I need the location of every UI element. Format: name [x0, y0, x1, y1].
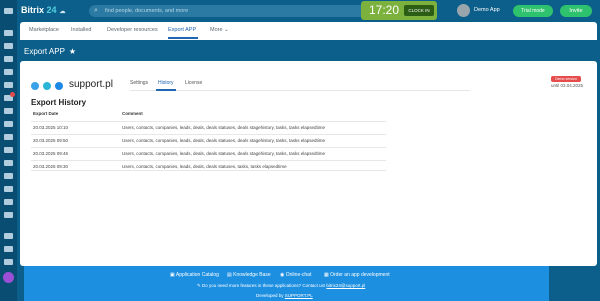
- tab-license[interactable]: License: [185, 80, 202, 86]
- logo-dot-icon: [31, 82, 39, 90]
- user-name: Demo App: [474, 7, 500, 13]
- footer-link-chat[interactable]: ◉ Online-chat: [280, 272, 311, 278]
- footer-link-knowledge[interactable]: ▤ Knowledge Base: [227, 272, 271, 278]
- search-input[interactable]: [105, 5, 355, 17]
- star-icon[interactable]: ★: [69, 47, 76, 56]
- brand-number: 24: [46, 5, 57, 15]
- tab-export-app[interactable]: Export APP: [168, 27, 196, 33]
- trial-mode-button[interactable]: Trial mode: [513, 5, 553, 17]
- brand-name: Bitrix: [21, 5, 45, 15]
- table-row: 20.03.2025 09:46 Users, contacts, compan…: [31, 147, 386, 158]
- clock-time: 17:20: [369, 3, 400, 17]
- contact-email-link[interactable]: bitrix24@support.pl: [326, 283, 365, 288]
- tab-developer-resources[interactable]: Developer resources: [107, 27, 158, 33]
- tab-installed[interactable]: Installed: [71, 27, 92, 33]
- chat-label: Online-chat: [285, 272, 312, 278]
- footer-developer: Developed by SUPPORT.PL: [256, 293, 313, 298]
- marketplace-nav: Marketplace Installed Developer resource…: [20, 22, 597, 40]
- avatar: [457, 4, 470, 17]
- cloud-icon: ☁: [59, 9, 66, 15]
- order-label: Order an app development: [330, 272, 390, 278]
- developer-icon[interactable]: [4, 212, 13, 218]
- cell-comment: Users, contacts, companies, leads, deals…: [122, 138, 326, 143]
- help-icon[interactable]: [4, 233, 13, 239]
- catalog-label: Application Catalog: [175, 272, 219, 278]
- invite-button[interactable]: Invite: [560, 5, 592, 17]
- main-card: support.pl Settings History License Demo…: [20, 61, 597, 266]
- collapse-icon[interactable]: [4, 259, 13, 265]
- footer-contact: ✎ Do you need more features in these app…: [197, 283, 365, 289]
- logo-dot-icon: [43, 82, 51, 90]
- wrench-icon: ✎: [197, 283, 201, 288]
- apps-icon[interactable]: [4, 173, 13, 179]
- tasks-icon[interactable]: [4, 43, 13, 49]
- automation-icon[interactable]: [4, 160, 13, 166]
- footer: ▣ Application Catalog ▤ Knowledge Base ◉…: [24, 266, 549, 301]
- column-header-date: Export Date: [33, 111, 59, 116]
- clock-in-button[interactable]: CLOCK IN: [404, 5, 434, 16]
- sites-icon[interactable]: [4, 121, 13, 127]
- chat-icon: ◉: [280, 272, 285, 278]
- cell-comment: Users, contacts, companies, leads, deals…: [122, 164, 287, 169]
- cell-comment: Users, contacts, companies, leads, deals…: [122, 125, 326, 130]
- active-tab-indicator: [156, 89, 176, 91]
- cell-date: 20.03.2025 10:10: [33, 125, 69, 130]
- tab-more[interactable]: More ⌄: [210, 27, 229, 33]
- active-tab-indicator: [168, 37, 198, 39]
- catalog-icon: ▣: [170, 272, 175, 278]
- contacts-icon[interactable]: [4, 108, 13, 114]
- page-title-text: Export APP: [24, 47, 65, 56]
- knowledge-label: Knowledge Base: [233, 272, 271, 278]
- chat-icon[interactable]: [4, 56, 13, 62]
- logo-dot-icon: [55, 82, 63, 90]
- logo-text: support.pl: [69, 79, 113, 90]
- user-menu[interactable]: Demo App: [457, 4, 513, 18]
- contact-question: Do you need more features in these appli…: [202, 283, 326, 288]
- developer-link[interactable]: SUPPORT.PL: [285, 293, 313, 298]
- tab-more-label: More: [210, 27, 223, 33]
- chevron-down-icon: ⌄: [224, 27, 229, 33]
- demo-badge: Demo version: [551, 76, 581, 82]
- tab-marketplace[interactable]: Marketplace: [29, 27, 59, 33]
- license-until: until 03.04.2025: [551, 83, 584, 88]
- tab-settings[interactable]: Settings: [130, 80, 148, 86]
- book-icon: ▤: [227, 272, 232, 278]
- developed-by-label: Developed by: [256, 293, 284, 298]
- cell-comment: Users, contacts, companies, leads, deals…: [122, 151, 326, 156]
- column-header-comment: Comment: [122, 111, 143, 116]
- marketplace-icon[interactable]: [4, 186, 13, 192]
- footer-link-order[interactable]: ▦ Order an app development: [324, 272, 390, 278]
- tab-history[interactable]: History: [158, 80, 174, 86]
- clock-widget[interactable]: 17:20 CLOCK IN: [361, 1, 437, 20]
- left-sidebar: [0, 0, 17, 301]
- search-bar[interactable]: ⌕: [89, 5, 369, 17]
- assistant-button[interactable]: [3, 272, 14, 283]
- notification-badge: [10, 92, 15, 97]
- history-title: Export History: [31, 98, 87, 107]
- feed-icon[interactable]: [4, 30, 13, 36]
- more-icon[interactable]: [4, 246, 13, 252]
- brand-logo[interactable]: Bitrix 24 ☁: [21, 5, 66, 15]
- calendar-icon[interactable]: [4, 69, 13, 75]
- settings-icon[interactable]: [4, 199, 13, 205]
- table-row: 20.03.2025 09:30 Users, contacts, compan…: [31, 160, 386, 171]
- drive-icon[interactable]: [4, 82, 13, 88]
- table-row: 20.03.2025 10:10 Users, contacts, compan…: [31, 121, 386, 132]
- analytics-icon[interactable]: [4, 147, 13, 153]
- cell-date: 20.03.2025 09:30: [33, 164, 69, 169]
- footer-link-catalog[interactable]: ▣ Application Catalog: [170, 272, 219, 278]
- cell-date: 20.03.2025 09:46: [33, 151, 69, 156]
- table-row: 20.03.2025 09:50 Users, contacts, compan…: [31, 134, 386, 145]
- shop-icon[interactable]: [4, 134, 13, 140]
- search-icon: ⌕: [94, 7, 98, 14]
- page-title: Export APP ★: [24, 47, 76, 56]
- top-header: Bitrix 24☁ ⌕ 17:20 CLOCK IN Demo App Tri…: [17, 0, 600, 22]
- cell-date: 20.03.2025 09:50: [33, 138, 69, 143]
- menu-icon[interactable]: [4, 8, 13, 14]
- tabs-divider: [130, 90, 470, 91]
- code-icon: ▦: [324, 272, 329, 278]
